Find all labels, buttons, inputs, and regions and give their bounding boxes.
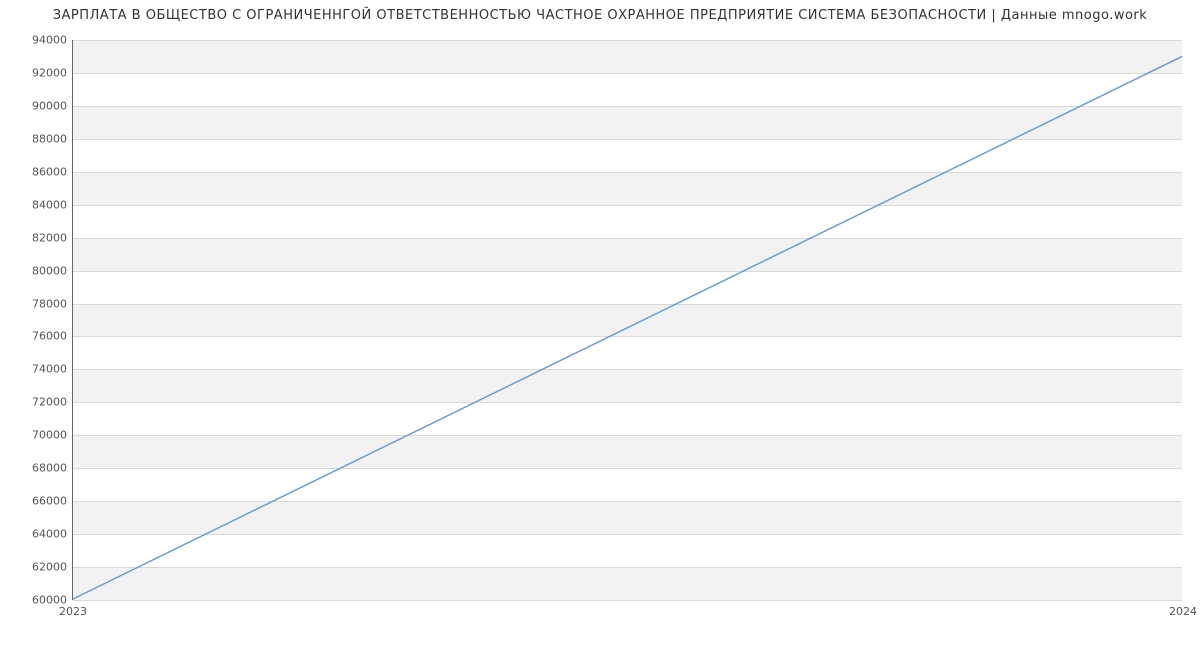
chart-title: ЗАРПЛАТА В ОБЩЕСТВО С ОГРАНИЧЕННГОЙ ОТВЕ… [0,8,1200,23]
y-tick-label: 70000 [32,429,73,442]
y-tick-label: 72000 [32,396,73,409]
y-tick-label: 92000 [32,66,73,79]
y-tick-label: 74000 [32,363,73,376]
plot-area: 6000062000640006600068000700007200074000… [72,40,1182,600]
y-tick-label: 90000 [32,99,73,112]
y-tick-label: 80000 [32,264,73,277]
y-tick-label: 64000 [32,528,73,541]
y-tick-label: 78000 [32,297,73,310]
line-series [73,40,1182,599]
y-grid-line [73,600,1182,601]
y-tick-label: 88000 [32,132,73,145]
chart-container: ЗАРПЛАТА В ОБЩЕСТВО С ОГРАНИЧЕННГОЙ ОТВЕ… [0,0,1200,650]
y-tick-label: 94000 [32,34,73,47]
y-tick-label: 66000 [32,495,73,508]
y-tick-label: 68000 [32,462,73,475]
series-line [73,56,1182,599]
x-tick-label: 2023 [59,599,87,618]
y-tick-label: 62000 [32,561,73,574]
x-tick-label: 2024 [1169,599,1197,618]
y-tick-label: 76000 [32,330,73,343]
y-tick-label: 82000 [32,231,73,244]
y-tick-label: 84000 [32,198,73,211]
y-tick-label: 86000 [32,165,73,178]
